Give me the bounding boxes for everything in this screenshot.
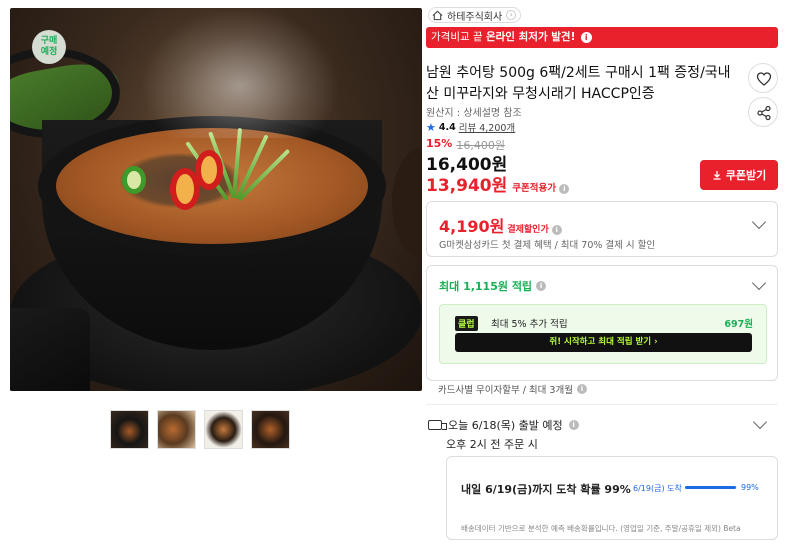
origin-info: 원산지 : 상세설명 참조	[426, 108, 522, 119]
thumbnail-4[interactable]	[251, 410, 290, 449]
arrival-note: 배송데이터 기반으로 분석한 예측 배송확률입니다. (영업일 기준, 주말/공…	[461, 524, 741, 533]
arrival-date-label: 6/19(금) 도착	[633, 484, 682, 493]
smile-club-box: 클럽 최대 5% 추가 적립 697원 쥐! 시작하고 최대 적립 받기 ›	[439, 304, 767, 364]
rating-row: ★ 4.4 리뷰 4,200개	[426, 120, 515, 135]
arrival-prediction-box: 내일 6/19(금)까지 도착 확률 99% 6/19(금) 도착 99% 배송…	[446, 456, 778, 540]
thumbnail-3[interactable]	[204, 410, 243, 449]
installment-info: 카드사별 무이자할부 / 최대 3개월 i	[438, 382, 587, 396]
chevron-down-icon[interactable]	[752, 414, 768, 430]
points-title: 최대 1,115원 적립	[439, 280, 533, 293]
smile-club-text: 최대 5% 추가 적립	[491, 319, 568, 330]
chevron-down-icon[interactable]	[751, 275, 767, 291]
home-icon	[432, 10, 443, 20]
steam-decor	[140, 8, 340, 138]
arrival-percent: 99%	[741, 483, 759, 492]
payment-discount-desc: G마켓삼성카드 첫 결제 혜택 / 최대 70% 결제 시 할인	[439, 240, 656, 251]
download-icon	[713, 171, 721, 180]
green-pepper-decor	[122, 166, 146, 194]
promo-highlight: 온라인 최저가 발견!	[485, 31, 576, 43]
info-icon[interactable]: i	[580, 32, 592, 43]
smile-club-cta-button[interactable]: 쥐! 시작하고 최대 적립 받기 ›	[455, 333, 752, 352]
arrival-probability-bar	[685, 486, 737, 489]
heart-icon	[756, 72, 772, 86]
store-name: 하테주식회사	[447, 11, 503, 23]
payment-discount-label: 결제할인가	[507, 225, 549, 235]
side-bowl-decor	[392, 148, 422, 258]
payment-discount-amount-row: 4,190원 결제할인가 i	[439, 213, 562, 237]
small-bowl-decor	[10, 308, 90, 391]
coupon-note: 쿠폰적용가 i	[512, 180, 570, 194]
smile-club-badge: 클럽	[455, 316, 478, 331]
info-icon[interactable]: i	[536, 281, 547, 291]
rating-value: 4.4	[438, 121, 456, 133]
get-coupon-label: 쿠폰받기	[725, 169, 767, 182]
wishlist-button[interactable]	[748, 63, 778, 93]
share-button[interactable]	[748, 97, 778, 127]
order-cutoff: 오후 2시 전 주문 시	[446, 438, 538, 451]
get-coupon-button[interactable]: 쿠폰받기	[700, 160, 778, 190]
review-link[interactable]: 리뷰 4,200개	[459, 120, 515, 134]
star-icon: ★	[426, 120, 436, 134]
product-title: 남원 추어탕 500g 6팩/2세트 구매시 1팩 증정/국내산 미꾸라지와 무…	[426, 65, 731, 102]
chevron-right-icon: ›	[506, 10, 517, 20]
payment-discount-amount: 4,190원	[439, 217, 505, 236]
main-product-image[interactable]: 구매 예정	[10, 8, 422, 391]
chevron-down-icon[interactable]	[751, 214, 767, 230]
points-title-row[interactable]: 최대 1,115원 적립 i	[439, 278, 547, 294]
installment-text: 카드사별 무이자할부 / 최대 3개월	[438, 385, 573, 396]
info-icon[interactable]: i	[551, 225, 562, 235]
share-icon	[757, 105, 771, 121]
info-icon[interactable]: i	[568, 420, 579, 430]
arrival-main-text: 내일 6/19(금)까지 도착 확률 99%	[461, 483, 631, 496]
buy-planned-badge[interactable]: 구매 예정	[32, 30, 66, 64]
coupon-note-label: 쿠폰적용가	[512, 183, 556, 194]
truck-icon	[428, 420, 447, 430]
points-box: 최대 1,115원 적립 i 클럽 최대 5% 추가 적립 697원 쥐! 시작…	[426, 265, 778, 381]
promo-prefix: 가격비교 끝	[431, 31, 486, 43]
shipping-row[interactable]: 오늘 6/18(목) 출발 예정 i	[428, 417, 579, 433]
thumbnail-2[interactable]	[157, 410, 196, 449]
payment-discount-box[interactable]: 4,190원 결제할인가 i G마켓삼성카드 첫 결제 혜택 / 최대 70% …	[426, 201, 778, 257]
coupon-price: 13,940원	[426, 176, 508, 196]
buy-planned-label: 구매 예정	[40, 36, 58, 57]
info-icon[interactable]: i	[559, 184, 570, 194]
info-icon[interactable]: i	[576, 384, 587, 394]
arrival-probability-fill	[685, 486, 737, 489]
divider	[426, 404, 778, 405]
thumbnail-strip	[110, 410, 290, 449]
store-link[interactable]: 하테주식회사 ›	[428, 7, 522, 23]
red-pepper-decor	[195, 150, 223, 190]
promo-banner[interactable]: 가격비교 끝 온라인 최저가 발견! i	[426, 27, 778, 48]
ship-date: 오늘 6/18(목) 출발 예정	[448, 419, 563, 432]
thumbnail-1[interactable]	[110, 410, 149, 449]
smile-club-points: 697원	[724, 319, 753, 330]
coupon-price-row: 13,940원 쿠폰적용가 i	[426, 171, 570, 196]
